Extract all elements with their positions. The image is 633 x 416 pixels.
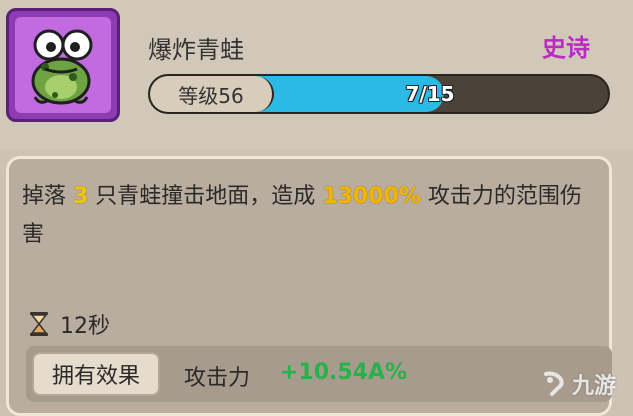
description-text: 掉落 [22, 184, 73, 209]
hourglass-icon [30, 312, 48, 336]
watermark: 九游 [540, 368, 616, 400]
skill-description: 掉落 3 只青蛙撞击地面，造成 13000% 攻击力的范围伤害 [22, 178, 602, 254]
description-text: 只青蛙撞击地面，造成 [88, 184, 323, 209]
watermark-logo-icon [544, 371, 564, 396]
frog-icon [31, 29, 93, 105]
frog-count: 3 [73, 184, 89, 209]
owned-effect-row: 拥有效果 攻击力 +10.54A% [26, 346, 612, 402]
level-progress-bar: 等级56 7/15 [148, 74, 610, 114]
item-name: 爆炸青蛙 [148, 36, 244, 64]
rarity-label: 史诗 [542, 34, 590, 62]
owned-effect-tag: 拥有效果 [32, 352, 160, 396]
damage-percent: 13000% [322, 184, 421, 209]
item-icon-frame [6, 8, 120, 122]
cooldown-duration: 12秒 [60, 314, 110, 339]
effect-stat-name: 攻击力 [184, 366, 251, 391]
item-icon-background [15, 17, 111, 113]
effect-stat-value: +10.54A% [280, 360, 408, 385]
level-progress-text: 7/15 [405, 82, 455, 106]
watermark-text: 九游 [572, 374, 617, 399]
level-label: 等级56 [150, 76, 274, 112]
cooldown-row: 12秒 [28, 308, 110, 340]
